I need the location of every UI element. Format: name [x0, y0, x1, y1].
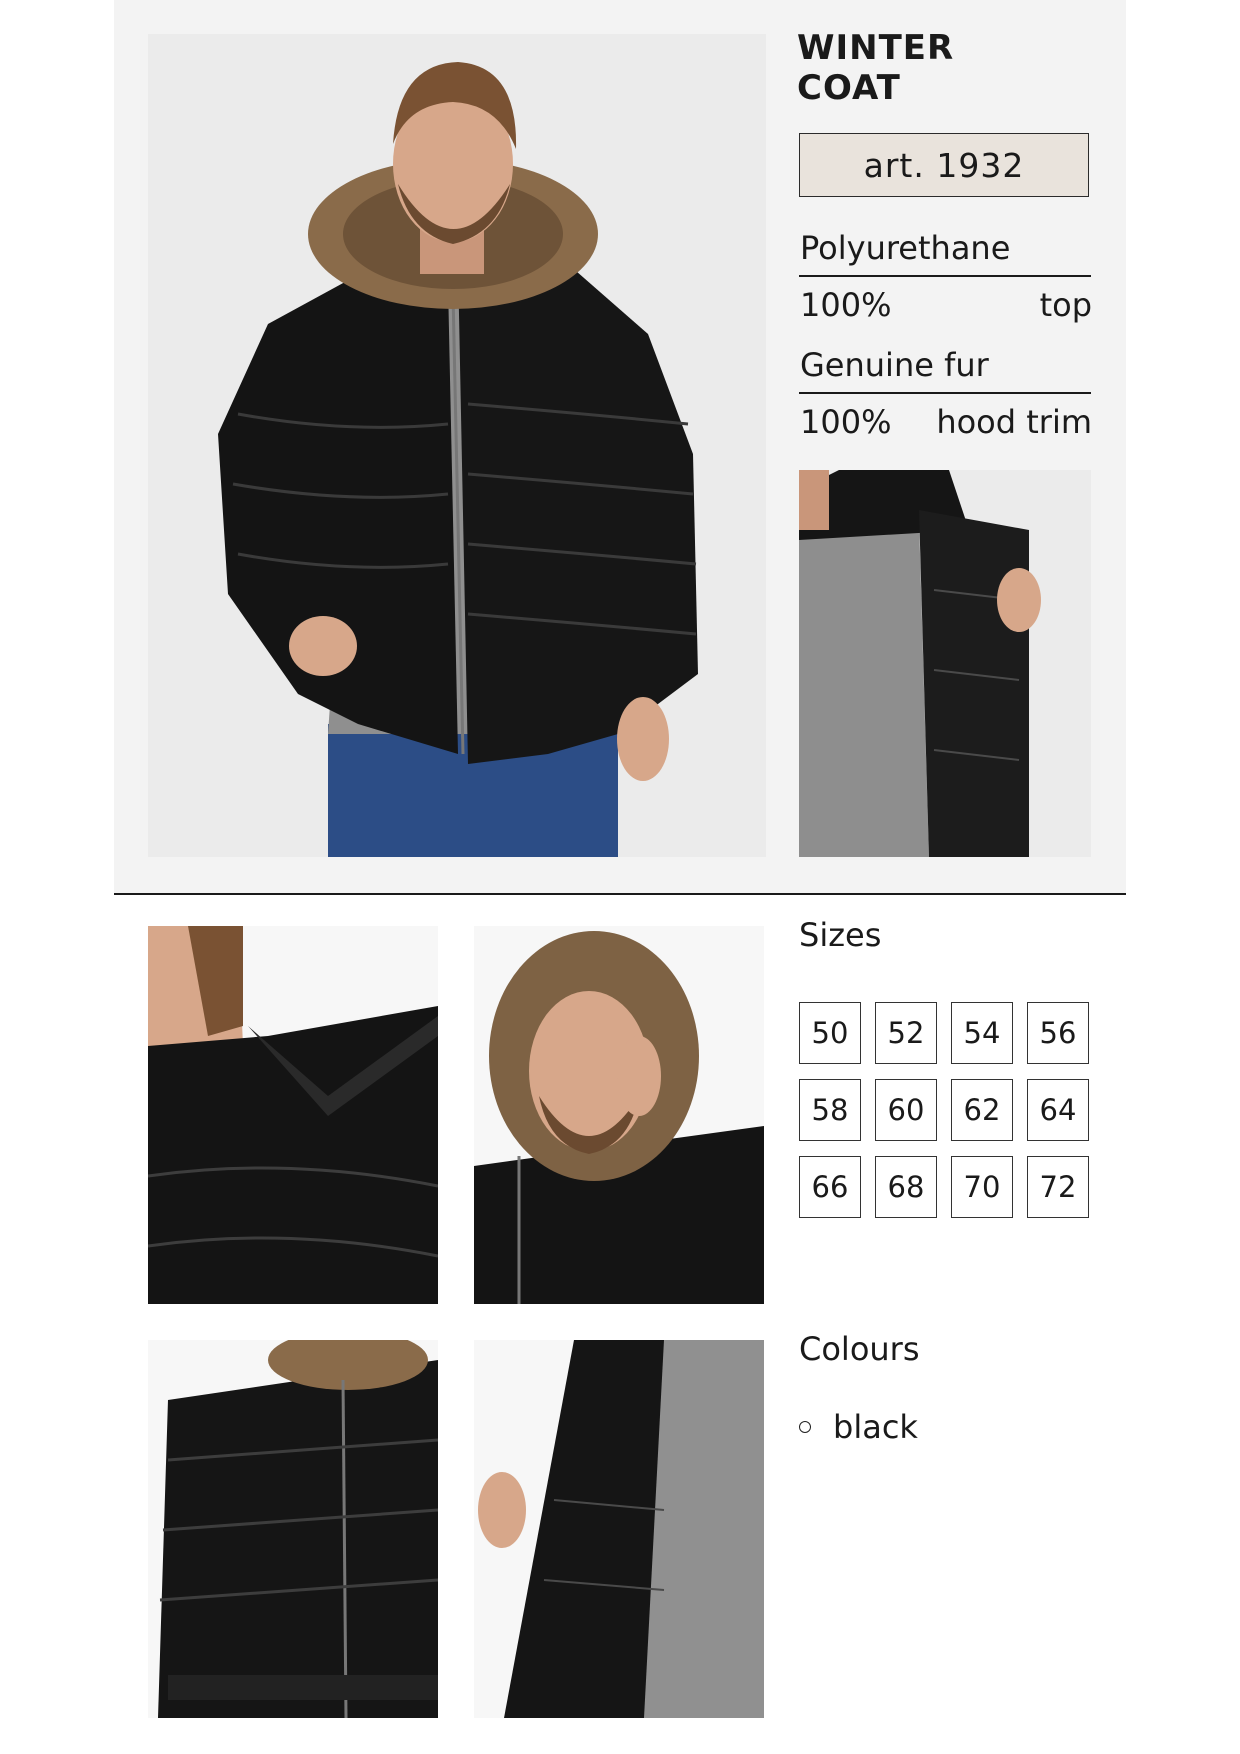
size-option-68[interactable]: 68 [875, 1156, 937, 1218]
jacket-front-photo [148, 1340, 438, 1718]
size-option-60[interactable]: 60 [875, 1079, 937, 1141]
size-option-52[interactable]: 52 [875, 1002, 937, 1064]
hood-portrait-photo [474, 926, 764, 1304]
colour-option-label: black [833, 1408, 918, 1446]
product-title-line-2: COAT [797, 68, 901, 108]
colour-bullet-icon [799, 1421, 811, 1433]
material-name-2: Genuine fur [800, 346, 989, 384]
colours-label: Colours [799, 1330, 920, 1368]
material-divider-2 [799, 392, 1091, 394]
size-option-56[interactable]: 56 [1027, 1002, 1089, 1064]
lining-detail-photo [799, 470, 1091, 857]
material-part-2: hood trim [936, 403, 1092, 441]
size-grid: 50 52 54 56 58 60 62 64 66 68 70 72 [799, 1002, 1091, 1218]
material-percent-1: 100% [800, 286, 892, 324]
material-row-2: 100% hood trim [800, 401, 1092, 443]
sizes-label: Sizes [799, 916, 882, 954]
size-option-58[interactable]: 58 [799, 1079, 861, 1141]
size-option-62[interactable]: 62 [951, 1079, 1013, 1141]
size-option-50[interactable]: 50 [799, 1002, 861, 1064]
collar-detail-photo [148, 926, 438, 1304]
size-option-54[interactable]: 54 [951, 1002, 1013, 1064]
material-divider-1 [799, 275, 1091, 277]
section-divider [114, 893, 1126, 895]
product-title-line-1: WINTER [797, 28, 955, 68]
main-product-photo [148, 34, 766, 857]
material-percent-2: 100% [800, 403, 892, 441]
material-row-1: 100% top [800, 284, 1092, 326]
size-option-64[interactable]: 64 [1027, 1079, 1089, 1141]
product-title: WINTER COAT [797, 28, 1097, 108]
size-option-70[interactable]: 70 [951, 1156, 1013, 1218]
size-option-66[interactable]: 66 [799, 1156, 861, 1218]
material-name-1: Polyurethane [800, 229, 1011, 267]
material-part-1: top [1039, 286, 1092, 324]
inner-pocket-photo [474, 1340, 764, 1718]
size-option-72[interactable]: 72 [1027, 1156, 1089, 1218]
article-number-badge: art. 1932 [799, 133, 1089, 197]
colour-option-black[interactable]: black [799, 1408, 918, 1446]
